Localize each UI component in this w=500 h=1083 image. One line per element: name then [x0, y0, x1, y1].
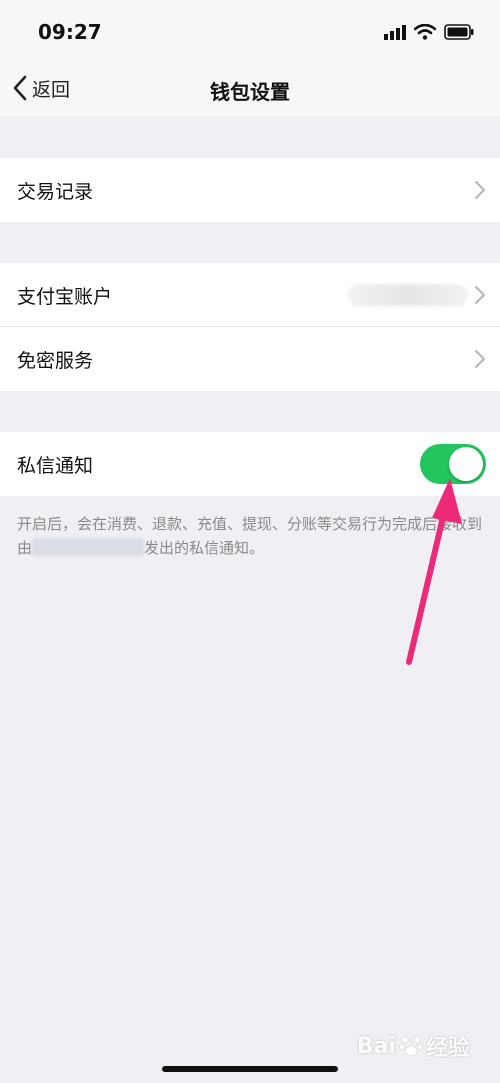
page-title: 钱包设置	[210, 80, 290, 104]
navigation-bar: 返回 钱包设置	[0, 60, 500, 116]
password-free-service-label: 免密服务	[17, 349, 94, 372]
toggle-knob	[449, 447, 483, 481]
password-free-service-row[interactable]: 免密服务	[0, 327, 500, 391]
watermark: Bai 经验	[357, 1030, 470, 1062]
private-message-notification-row: 私信通知	[0, 432, 500, 496]
home-indicator	[162, 1066, 338, 1072]
watermark-suffix: 经验	[425, 1036, 470, 1061]
alipay-account-label: 支付宝账户	[17, 285, 113, 308]
chevron-right-icon	[475, 286, 485, 304]
private-message-hint: 开启后，会在消费、退款、充值、提现、分账等交易行为完成后接收到由 发出的私信通知。	[17, 512, 487, 560]
alipay-account-row[interactable]: 支付宝账户	[0, 263, 500, 327]
chevron-right-icon	[475, 350, 485, 368]
chevron-right-icon	[475, 181, 485, 199]
hint-redacted-name	[32, 538, 145, 556]
status-bar: 09:27	[0, 0, 500, 60]
status-icons	[384, 22, 474, 42]
transaction-records-row[interactable]: 交易记录	[0, 158, 500, 222]
transaction-records-label: 交易记录	[17, 180, 94, 203]
alipay-account-value-redacted	[348, 284, 468, 306]
private-message-toggle[interactable]	[420, 444, 486, 484]
status-time: 09:27	[38, 20, 102, 44]
signal-icon	[384, 25, 406, 40]
battery-icon	[444, 24, 474, 40]
watermark-text: Bai	[356, 1033, 396, 1059]
wifi-icon	[414, 24, 436, 40]
hint-text-part2: 发出的私信通知。	[144, 539, 265, 557]
paw-icon	[398, 1036, 424, 1057]
private-message-notification-label: 私信通知	[17, 454, 94, 477]
